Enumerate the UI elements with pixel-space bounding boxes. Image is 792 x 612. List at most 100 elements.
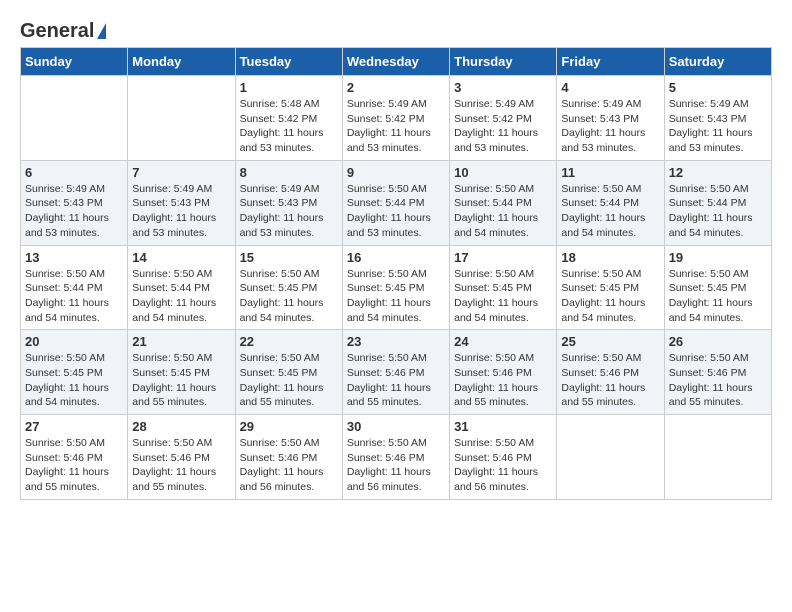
day-number: 15 xyxy=(240,250,338,265)
calendar-week-row: 20 Sunrise: 5:50 AM Sunset: 5:45 PM Dayli… xyxy=(21,330,772,415)
calendar-cell: 15 Sunrise: 5:50 AM Sunset: 5:45 PM Dayli… xyxy=(235,245,342,330)
calendar-cell: 27 Sunrise: 5:50 AM Sunset: 5:46 PM Dayli… xyxy=(21,415,128,500)
calendar-cell: 25 Sunrise: 5:50 AM Sunset: 5:46 PM Dayli… xyxy=(557,330,664,415)
calendar-week-row: 6Sunrise: 5:49 AM Sunset: 5:43 PM Daylig… xyxy=(21,160,772,245)
day-info: Sunrise: 5:50 AM Sunset: 5:45 PM Dayligh… xyxy=(25,351,123,410)
day-info: Sunrise: 5:50 AM Sunset: 5:44 PM Dayligh… xyxy=(25,267,123,326)
calendar-cell: 20 Sunrise: 5:50 AM Sunset: 5:45 PM Dayli… xyxy=(21,330,128,415)
day-info: Sunrise: 5:50 AM Sunset: 5:45 PM Dayligh… xyxy=(132,351,230,410)
calendar-cell: 19 Sunrise: 5:50 AM Sunset: 5:45 PM Dayli… xyxy=(664,245,771,330)
day-number: 25 xyxy=(561,334,659,349)
day-number: 30 xyxy=(347,419,445,434)
day-info: Sunrise: 5:49 AM Sunset: 5:42 PM Dayligh… xyxy=(347,97,445,156)
day-info: Sunrise: 5:50 AM Sunset: 5:46 PM Dayligh… xyxy=(240,436,338,495)
day-info: Sunrise: 5:50 AM Sunset: 5:46 PM Dayligh… xyxy=(561,351,659,410)
day-number: 21 xyxy=(132,334,230,349)
day-number: 31 xyxy=(454,419,552,434)
day-info: Sunrise: 5:49 AM Sunset: 5:43 PM Dayligh… xyxy=(240,182,338,241)
calendar-table: SundayMondayTuesdayWednesdayThursdayFrid… xyxy=(20,47,772,500)
logo: General xyxy=(20,20,106,39)
day-number: 9 xyxy=(347,165,445,180)
day-info: Sunrise: 5:50 AM Sunset: 5:45 PM Dayligh… xyxy=(454,267,552,326)
calendar-cell: 4 Sunrise: 5:49 AM Sunset: 5:43 PM Daylig… xyxy=(557,76,664,161)
calendar-body: 1 Sunrise: 5:48 AM Sunset: 5:42 PM Daylig… xyxy=(21,76,772,500)
day-number: 18 xyxy=(561,250,659,265)
header: General xyxy=(20,20,772,39)
day-number: 14 xyxy=(132,250,230,265)
day-info: Sunrise: 5:50 AM Sunset: 5:44 PM Dayligh… xyxy=(561,182,659,241)
day-info: Sunrise: 5:50 AM Sunset: 5:45 PM Dayligh… xyxy=(561,267,659,326)
day-number: 29 xyxy=(240,419,338,434)
calendar-cell: 8 Sunrise: 5:49 AM Sunset: 5:43 PM Daylig… xyxy=(235,160,342,245)
day-number: 26 xyxy=(669,334,767,349)
calendar-cell: 29 Sunrise: 5:50 AM Sunset: 5:46 PM Dayli… xyxy=(235,415,342,500)
calendar-cell: 7 Sunrise: 5:49 AM Sunset: 5:43 PM Daylig… xyxy=(128,160,235,245)
calendar-cell: 5 Sunrise: 5:49 AM Sunset: 5:43 PM Daylig… xyxy=(664,76,771,161)
weekday-header-cell: Tuesday xyxy=(235,48,342,76)
day-number: 12 xyxy=(669,165,767,180)
calendar-header-row: SundayMondayTuesdayWednesdayThursdayFrid… xyxy=(21,48,772,76)
calendar-cell: 30 Sunrise: 5:50 AM Sunset: 5:46 PM Dayli… xyxy=(342,415,449,500)
day-info: Sunrise: 5:50 AM Sunset: 5:44 PM Dayligh… xyxy=(669,182,767,241)
day-info: Sunrise: 5:50 AM Sunset: 5:45 PM Dayligh… xyxy=(240,267,338,326)
calendar-cell: 23Sunrise: 5:50 AM Sunset: 5:46 PM Dayli… xyxy=(342,330,449,415)
day-info: Sunrise: 5:50 AM Sunset: 5:45 PM Dayligh… xyxy=(347,267,445,326)
calendar-cell: 17Sunrise: 5:50 AM Sunset: 5:45 PM Dayli… xyxy=(450,245,557,330)
calendar-cell: 10Sunrise: 5:50 AM Sunset: 5:44 PM Dayli… xyxy=(450,160,557,245)
day-info: Sunrise: 5:50 AM Sunset: 5:46 PM Dayligh… xyxy=(454,436,552,495)
day-number: 27 xyxy=(25,419,123,434)
day-info: Sunrise: 5:50 AM Sunset: 5:46 PM Dayligh… xyxy=(25,436,123,495)
day-info: Sunrise: 5:49 AM Sunset: 5:43 PM Dayligh… xyxy=(25,182,123,241)
day-info: Sunrise: 5:49 AM Sunset: 5:43 PM Dayligh… xyxy=(132,182,230,241)
day-info: Sunrise: 5:50 AM Sunset: 5:46 PM Dayligh… xyxy=(132,436,230,495)
day-info: Sunrise: 5:50 AM Sunset: 5:44 PM Dayligh… xyxy=(347,182,445,241)
day-info: Sunrise: 5:49 AM Sunset: 5:43 PM Dayligh… xyxy=(561,97,659,156)
calendar-cell: 21 Sunrise: 5:50 AM Sunset: 5:45 PM Dayli… xyxy=(128,330,235,415)
weekday-header-cell: Sunday xyxy=(21,48,128,76)
day-number: 3 xyxy=(454,80,552,95)
day-number: 5 xyxy=(669,80,767,95)
calendar-week-row: 13 Sunrise: 5:50 AM Sunset: 5:44 PM Dayli… xyxy=(21,245,772,330)
calendar-cell: 3 Sunrise: 5:49 AM Sunset: 5:42 PM Daylig… xyxy=(450,76,557,161)
day-number: 4 xyxy=(561,80,659,95)
day-number: 8 xyxy=(240,165,338,180)
day-info: Sunrise: 5:49 AM Sunset: 5:43 PM Dayligh… xyxy=(669,97,767,156)
day-info: Sunrise: 5:50 AM Sunset: 5:46 PM Dayligh… xyxy=(454,351,552,410)
calendar-cell: 9 Sunrise: 5:50 AM Sunset: 5:44 PM Daylig… xyxy=(342,160,449,245)
day-number: 1 xyxy=(240,80,338,95)
weekday-header-cell: Friday xyxy=(557,48,664,76)
day-number: 16 xyxy=(347,250,445,265)
day-number: 7 xyxy=(132,165,230,180)
day-info: Sunrise: 5:49 AM Sunset: 5:42 PM Dayligh… xyxy=(454,97,552,156)
calendar-cell: 12 Sunrise: 5:50 AM Sunset: 5:44 PM Dayli… xyxy=(664,160,771,245)
calendar-cell xyxy=(557,415,664,500)
logo-triangle-icon xyxy=(97,23,106,39)
calendar-cell: 14 Sunrise: 5:50 AM Sunset: 5:44 PM Dayli… xyxy=(128,245,235,330)
day-number: 11 xyxy=(561,165,659,180)
day-number: 20 xyxy=(25,334,123,349)
calendar-cell xyxy=(128,76,235,161)
day-info: Sunrise: 5:48 AM Sunset: 5:42 PM Dayligh… xyxy=(240,97,338,156)
day-info: Sunrise: 5:50 AM Sunset: 5:46 PM Dayligh… xyxy=(669,351,767,410)
weekday-header-cell: Saturday xyxy=(664,48,771,76)
calendar-cell xyxy=(664,415,771,500)
calendar-cell: 1 Sunrise: 5:48 AM Sunset: 5:42 PM Daylig… xyxy=(235,76,342,161)
calendar-cell: 13 Sunrise: 5:50 AM Sunset: 5:44 PM Dayli… xyxy=(21,245,128,330)
calendar-cell: 6Sunrise: 5:49 AM Sunset: 5:43 PM Daylig… xyxy=(21,160,128,245)
day-info: Sunrise: 5:50 AM Sunset: 5:44 PM Dayligh… xyxy=(454,182,552,241)
weekday-header-cell: Thursday xyxy=(450,48,557,76)
day-number: 2 xyxy=(347,80,445,95)
calendar-cell: 22Sunrise: 5:50 AM Sunset: 5:45 PM Dayli… xyxy=(235,330,342,415)
calendar-week-row: 1 Sunrise: 5:48 AM Sunset: 5:42 PM Daylig… xyxy=(21,76,772,161)
calendar-cell: 18 Sunrise: 5:50 AM Sunset: 5:45 PM Dayli… xyxy=(557,245,664,330)
day-number: 19 xyxy=(669,250,767,265)
day-info: Sunrise: 5:50 AM Sunset: 5:46 PM Dayligh… xyxy=(347,436,445,495)
weekday-header-cell: Wednesday xyxy=(342,48,449,76)
calendar-week-row: 27 Sunrise: 5:50 AM Sunset: 5:46 PM Dayli… xyxy=(21,415,772,500)
calendar-cell: 16 Sunrise: 5:50 AM Sunset: 5:45 PM Dayli… xyxy=(342,245,449,330)
day-info: Sunrise: 5:50 AM Sunset: 5:44 PM Dayligh… xyxy=(132,267,230,326)
day-info: Sunrise: 5:50 AM Sunset: 5:45 PM Dayligh… xyxy=(669,267,767,326)
day-number: 24 xyxy=(454,334,552,349)
day-number: 13 xyxy=(25,250,123,265)
day-number: 23 xyxy=(347,334,445,349)
